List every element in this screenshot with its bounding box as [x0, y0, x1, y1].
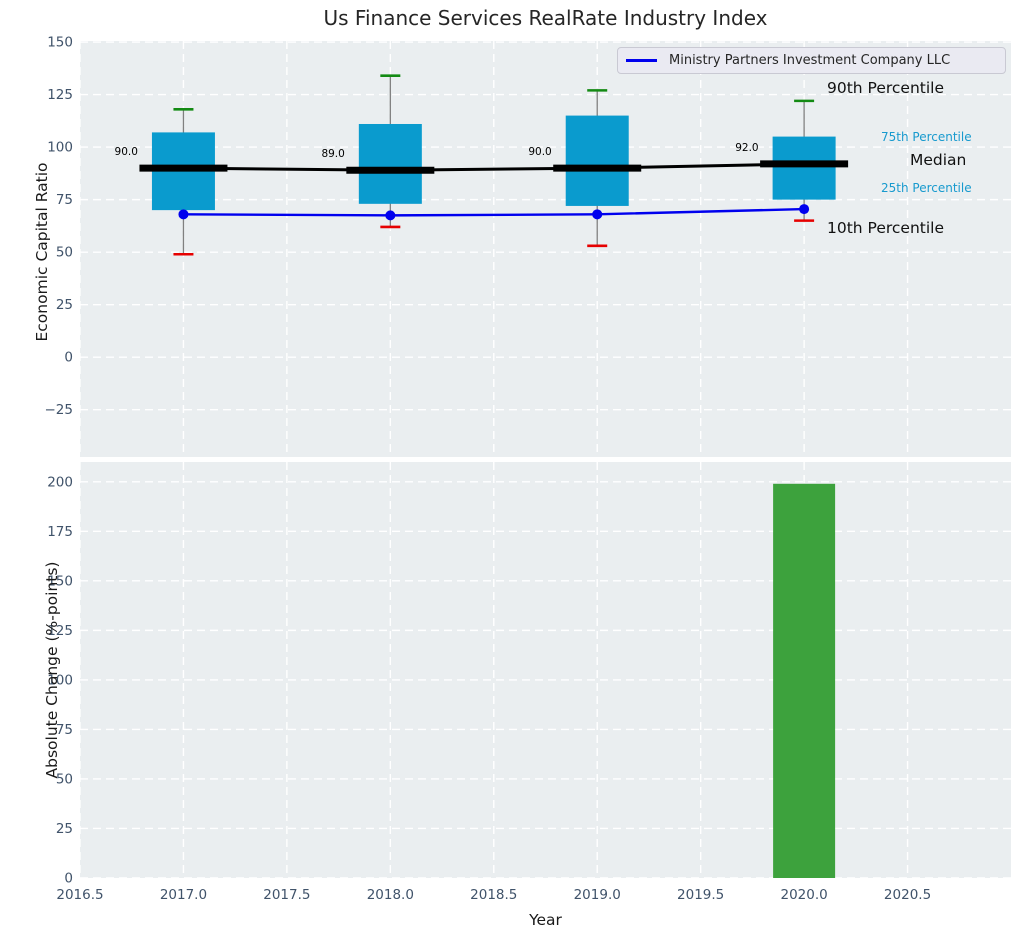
x-tick-label: 2020.0 [780, 887, 827, 903]
label-10th-percentile: 10th Percentile [827, 219, 944, 237]
top-y-tick-label: 125 [47, 87, 73, 103]
bottom-y-tick-label: 175 [47, 524, 73, 540]
bottom-y-tick-label: 0 [64, 871, 73, 887]
x-tick-label: 2016.5 [56, 887, 103, 903]
bottom-y-axis-label: Absolute Change (%-points) [43, 562, 61, 779]
top-y-tick-label: 50 [56, 245, 73, 261]
company-marker-2018 [385, 210, 395, 220]
x-tick-label: 2017.5 [263, 887, 310, 903]
box-2018 [359, 124, 422, 204]
box-2020 [773, 137, 836, 200]
label-90th-percentile: 90th Percentile [827, 79, 944, 97]
figure: 1501251007550250−25200175150125100755025… [0, 0, 1019, 942]
x-tick-label: 2018.5 [470, 887, 517, 903]
median-annotation-2020: 92.0 [735, 142, 758, 154]
top-y-tick-label: −25 [45, 402, 74, 418]
chart-title: Us Finance Services RealRate Industry In… [80, 6, 1011, 30]
legend: Ministry Partners Investment Company LLC [617, 47, 1006, 74]
top-y-tick-label: 150 [47, 35, 73, 51]
top-y-axis-label: Economic Capital Ratio [33, 162, 51, 341]
chart-canvas: 1501251007550250−25200175150125100755025… [0, 0, 1019, 942]
x-axis-label: Year [80, 911, 1011, 929]
x-tick-label: 2020.5 [884, 887, 931, 903]
bottom-y-tick-label: 200 [47, 474, 73, 490]
label-median: Median [910, 151, 966, 169]
top-y-tick-label: 0 [64, 350, 73, 366]
box-2019 [566, 116, 629, 206]
company-marker-2017 [178, 209, 188, 219]
bottom-y-tick-label: 25 [56, 821, 73, 837]
median-annotation-2019: 90.0 [528, 146, 551, 158]
top-y-tick-label: 25 [56, 297, 73, 313]
legend-series-label: Ministry Partners Investment Company LLC [669, 53, 950, 68]
company-marker-2020 [799, 204, 809, 214]
median-annotation-2017: 90.0 [115, 146, 138, 158]
x-tick-label: 2018.0 [367, 887, 414, 903]
top-y-tick-label: 100 [47, 140, 73, 156]
change-bar-2020 [773, 484, 835, 878]
company-marker-2019 [592, 209, 602, 219]
bottom-axes-background [80, 462, 1011, 878]
legend-line-sample [626, 59, 657, 63]
top-axes-background [80, 41, 1011, 457]
x-tick-label: 2019.0 [574, 887, 621, 903]
top-y-tick-label: 75 [56, 192, 73, 208]
x-tick-label: 2019.5 [677, 887, 724, 903]
median-annotation-2018: 89.0 [321, 148, 344, 160]
label-75th-percentile: 75th Percentile [881, 130, 972, 144]
label-25th-percentile: 25th Percentile [881, 181, 972, 195]
x-tick-label: 2017.0 [160, 887, 207, 903]
